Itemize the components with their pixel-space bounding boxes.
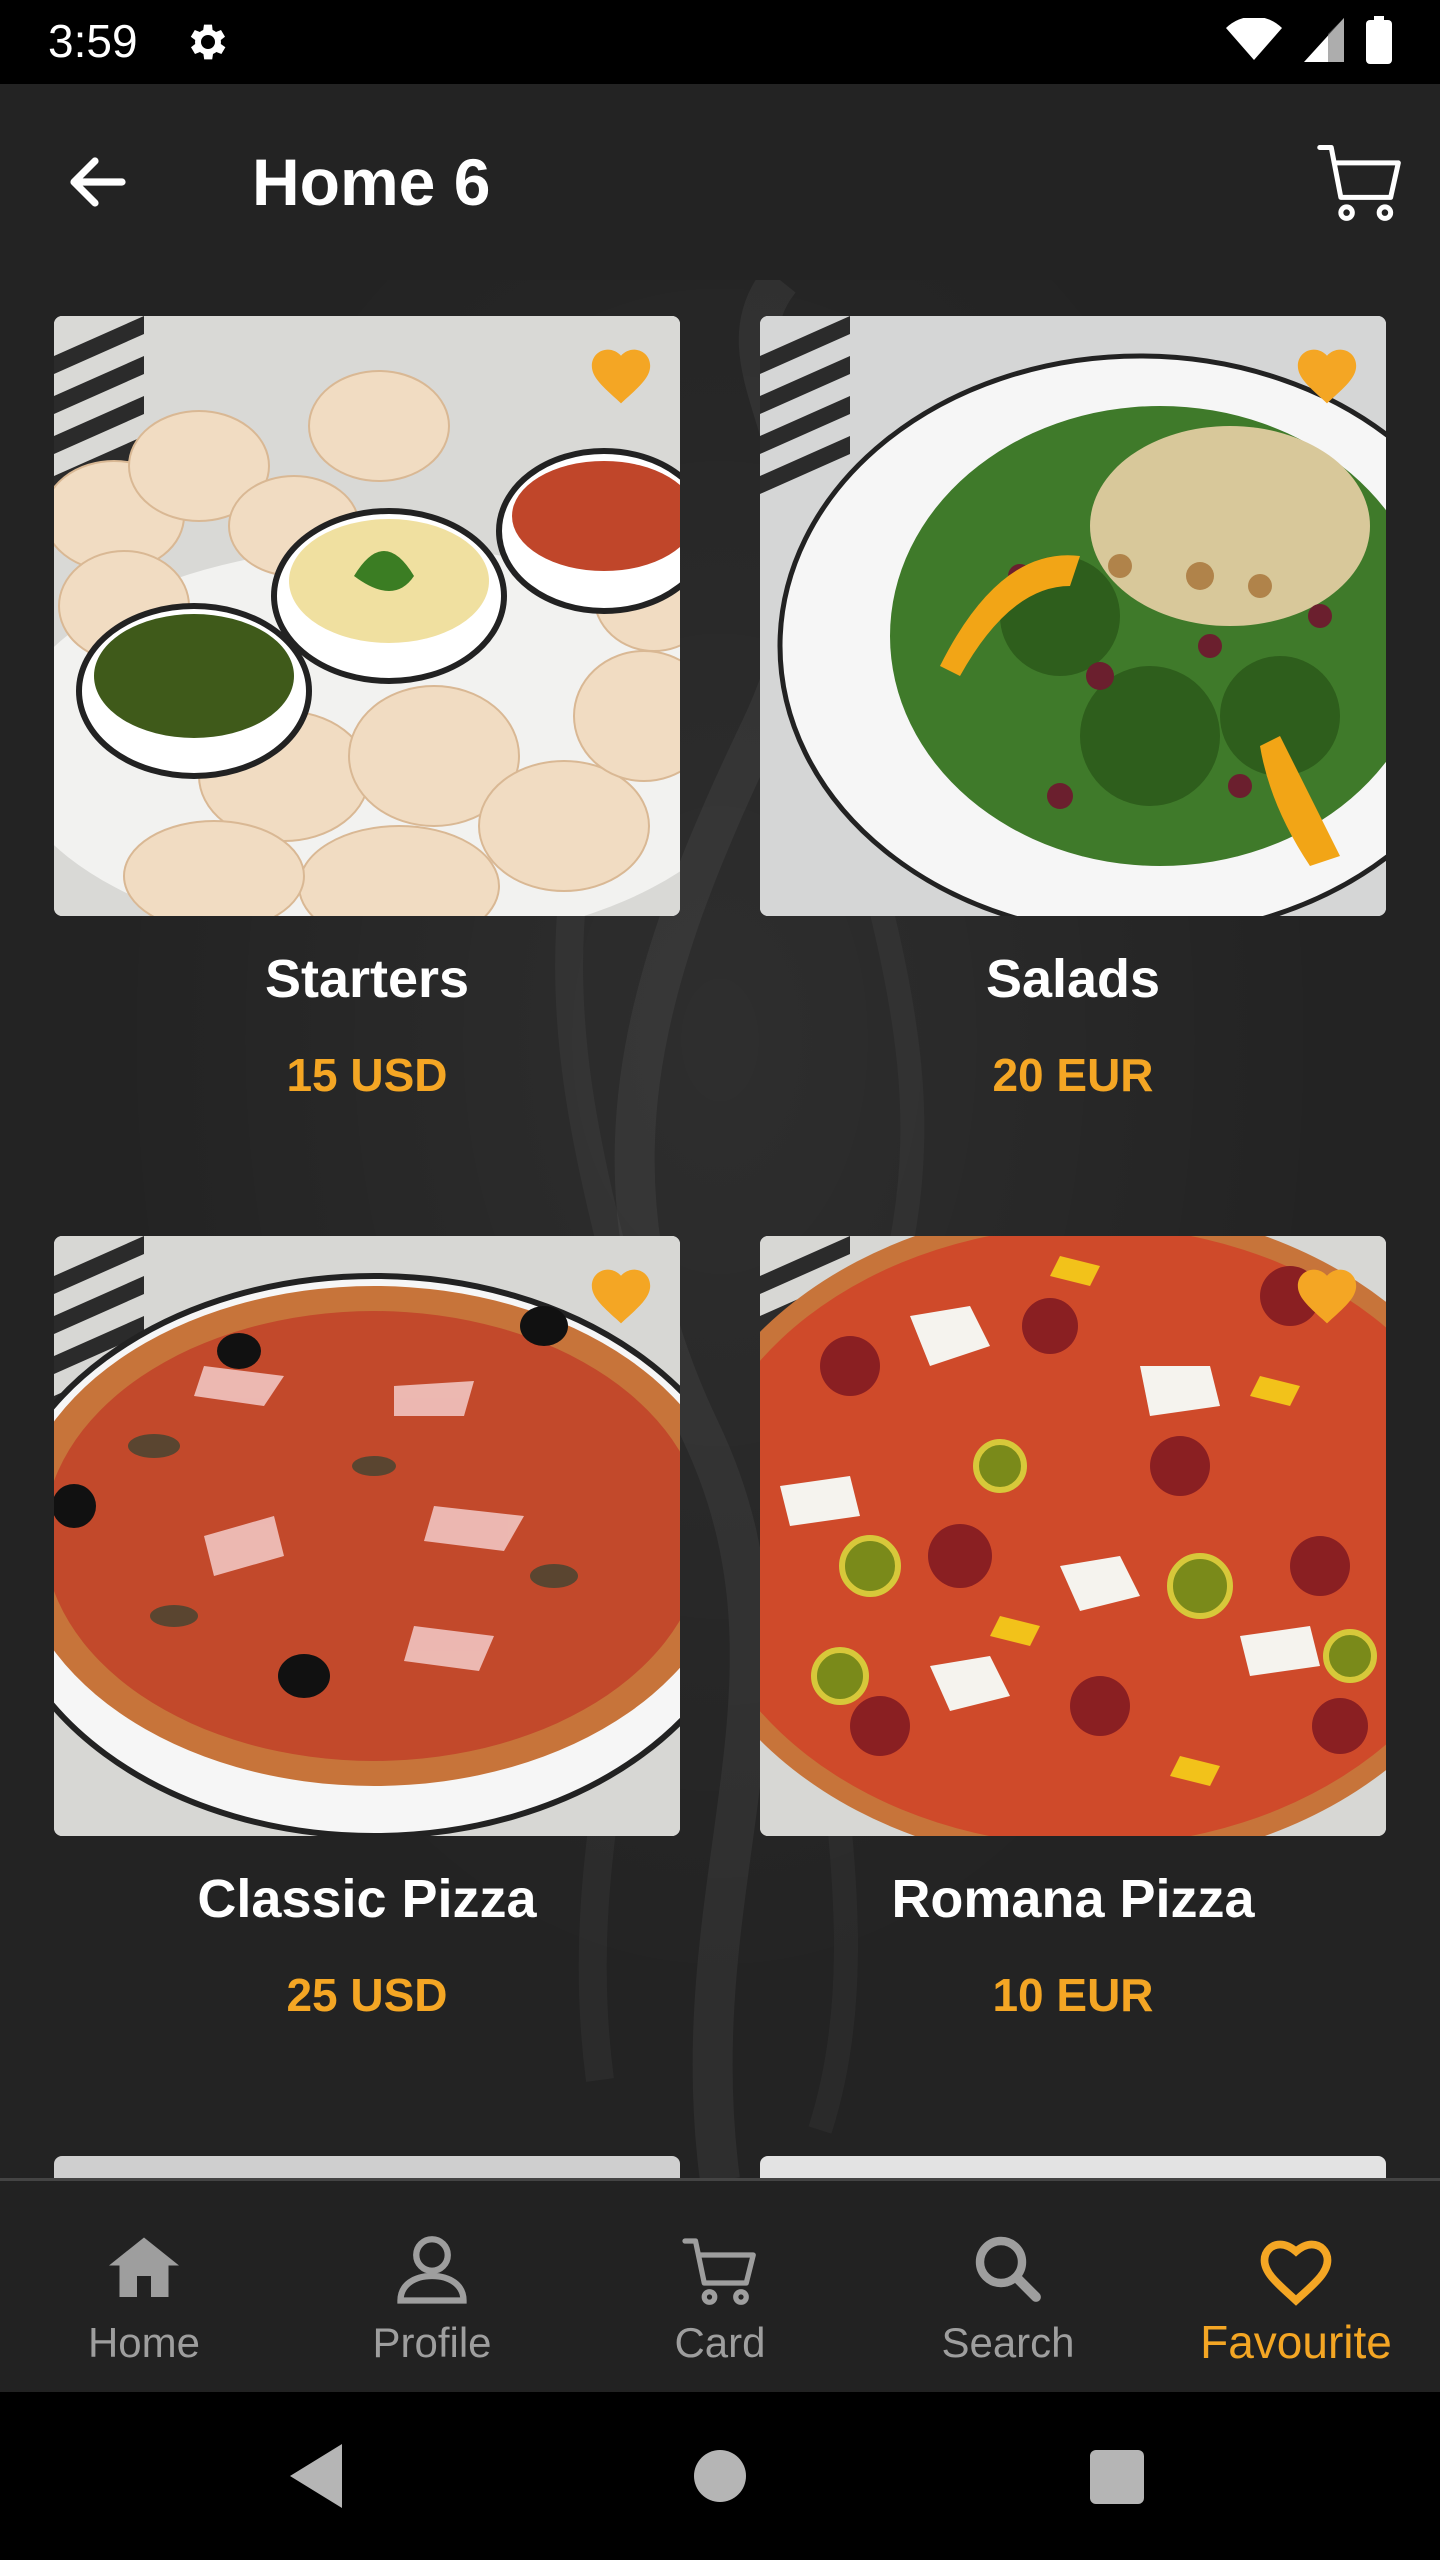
bottom-navigation: Home Profile Card Search Favourite	[0, 2178, 1440, 2395]
starters-photo	[54, 316, 680, 916]
app-bar: Home 6	[0, 84, 1440, 280]
cart-icon	[682, 2238, 756, 2305]
favourite-heart-icon[interactable]	[1292, 340, 1362, 406]
status-indicators	[1226, 16, 1392, 64]
product-name: Salads	[985, 949, 1161, 1009]
product-name: Classic Pizza	[197, 1869, 537, 1929]
system-back-icon[interactable]	[290, 2444, 346, 2508]
product-card-romana-pizza[interactable]: Romana Pizza 10 EUR	[760, 1236, 1386, 2156]
signal-icon	[1304, 18, 1344, 62]
product-price: 20 EUR	[992, 1049, 1154, 1101]
status-bar: 3:59	[0, 0, 1440, 84]
product-price: 15 USD	[286, 1049, 448, 1101]
product-name: Starters	[264, 949, 470, 1009]
system-navigation-bar	[0, 2392, 1440, 2560]
product-card-starters[interactable]: Starters 15 USD	[54, 316, 680, 1236]
settings-gear-icon	[190, 24, 226, 60]
favourite-heart-icon[interactable]	[586, 1260, 656, 1326]
favourite-heart-icon[interactable]	[1292, 1260, 1362, 1326]
product-card-salads[interactable]: Salads 20 EUR	[760, 316, 1386, 1236]
nav-label: Card	[674, 2319, 766, 2366]
nav-search[interactable]: Search	[864, 2181, 1152, 2395]
nav-label: Search	[941, 2319, 1075, 2366]
product-card-partial[interactable]	[760, 2156, 1386, 2180]
system-recents-icon[interactable]	[1090, 2450, 1144, 2504]
back-arrow-icon[interactable]	[62, 146, 134, 218]
nav-profile[interactable]: Profile	[288, 2181, 576, 2395]
search-icon	[975, 2236, 1041, 2302]
product-card-classic-pizza[interactable]: Classic Pizza 25 USD	[54, 1236, 680, 2156]
system-home-icon[interactable]	[694, 2450, 746, 2502]
page-title: Home 6	[252, 145, 491, 219]
battery-icon	[1366, 16, 1392, 64]
nav-home[interactable]: Home	[0, 2181, 288, 2395]
product-grid: Starters 15 USD Salads 20 EUR Classic Pi…	[0, 280, 1440, 2180]
home-icon	[109, 2237, 179, 2297]
profile-icon	[397, 2236, 467, 2304]
product-price: 10 EUR	[992, 1969, 1154, 2021]
product-name: Romana Pizza	[891, 1869, 1255, 1929]
salads-photo	[760, 316, 1386, 916]
nav-favourite[interactable]: Favourite	[1152, 2181, 1440, 2395]
nav-card[interactable]: Card	[576, 2181, 864, 2395]
romana-pizza-photo	[760, 1236, 1386, 1836]
status-time: 3:59	[48, 15, 138, 67]
wifi-icon	[1226, 18, 1282, 60]
cart-icon[interactable]	[1314, 136, 1406, 228]
nav-label: Home	[87, 2319, 201, 2366]
heart-icon	[1260, 2240, 1332, 2306]
classic-pizza-photo	[54, 1236, 680, 1836]
nav-label: Profile	[372, 2319, 492, 2366]
product-card-partial[interactable]	[54, 2156, 680, 2180]
favourite-heart-icon[interactable]	[586, 340, 656, 406]
nav-label: Favourite	[1200, 2316, 1392, 2368]
product-price: 25 USD	[286, 1969, 448, 2021]
